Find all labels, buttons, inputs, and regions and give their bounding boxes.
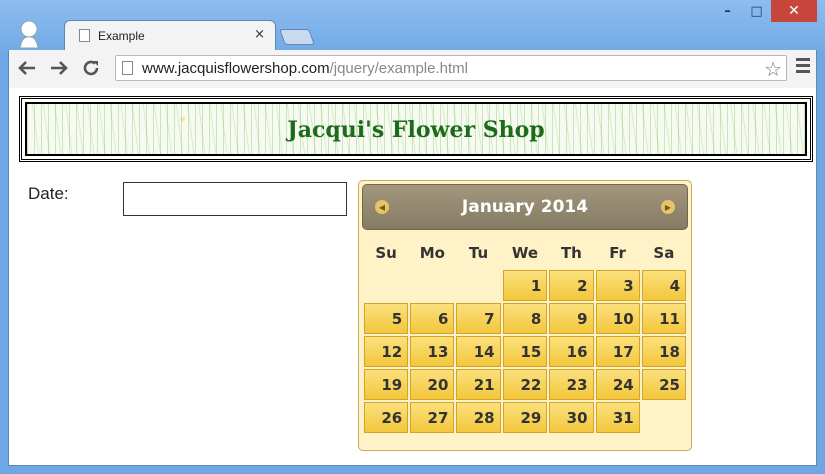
weekday-header: Mo xyxy=(419,244,445,262)
datepicker-header: ◀ January 2014 ▶ xyxy=(362,184,688,230)
weekday-header: Sa xyxy=(653,244,675,262)
menu-icon[interactable] xyxy=(796,58,810,76)
minimize-button[interactable]: – xyxy=(713,0,742,22)
shop-banner: Jacqui's Flower Shop xyxy=(19,96,813,162)
browser-toolbar: www.jacquisflowershop.com/jquery/example… xyxy=(8,50,817,88)
calendar-day[interactable]: 14 xyxy=(456,336,501,367)
calendar-day[interactable]: 9 xyxy=(549,303,594,334)
calendar-day[interactable]: 25 xyxy=(641,369,686,400)
calendar-empty-cell xyxy=(410,270,454,301)
calendar-day[interactable]: 5 xyxy=(364,303,409,334)
back-arrow-icon[interactable] xyxy=(15,56,39,80)
calendar-day[interactable]: 13 xyxy=(410,336,455,367)
reload-icon[interactable] xyxy=(79,56,103,80)
page-icon xyxy=(79,29,90,42)
calendar-day[interactable]: 24 xyxy=(595,369,640,400)
bookmark-star-icon[interactable]: ☆ xyxy=(764,57,782,81)
calendar-day[interactable]: 19 xyxy=(364,369,409,400)
calendar-day[interactable]: 22 xyxy=(502,369,548,400)
calendar-day[interactable]: 17 xyxy=(595,336,640,367)
calendar-day[interactable]: 15 xyxy=(502,336,548,367)
calendar-day[interactable]: 23 xyxy=(549,369,594,400)
page-content: Jacqui's Flower Shop Date: ◀ January 201… xyxy=(8,88,817,466)
weekday-header: Fr xyxy=(609,244,626,262)
shop-title: Jacqui's Flower Shop xyxy=(287,117,545,143)
calendar-empty-cell xyxy=(642,402,686,433)
calendar-empty-cell xyxy=(456,270,500,301)
calendar-week-row: 5 6 7 8 9 10 11 xyxy=(364,303,686,334)
datepicker-popup: ◀ January 2014 ▶ Su Mo Tu We Th Fr Sa 1 … xyxy=(358,180,692,451)
weekday-header: Tu xyxy=(468,244,489,262)
month-title: January 2014 xyxy=(461,197,589,217)
calendar-day[interactable]: 28 xyxy=(456,402,501,433)
calendar-day[interactable]: 4 xyxy=(641,270,686,301)
weekday-header: We xyxy=(511,244,539,262)
browser-tab[interactable]: Example × xyxy=(64,20,276,50)
calendar-week-row: 12 13 14 15 16 17 18 xyxy=(364,336,686,367)
calendar-week-row: 19 20 21 22 23 24 25 xyxy=(364,369,686,400)
calendar-day[interactable]: 16 xyxy=(549,336,594,367)
weekday-header: Su xyxy=(375,244,397,262)
calendar-day[interactable]: 26 xyxy=(364,402,409,433)
calendar-week-row: 26 27 28 29 30 31 xyxy=(364,402,686,433)
window-controls: – □ ✕ xyxy=(713,0,817,22)
maximize-button[interactable]: □ xyxy=(742,0,771,22)
address-bar[interactable]: www.jacquisflowershop.com/jquery/example… xyxy=(115,55,787,81)
browser-window: – □ ✕ Example × www.jacquisflowershop.co… xyxy=(0,0,825,474)
profile-avatar-icon[interactable] xyxy=(14,18,44,49)
calendar-day[interactable]: 29 xyxy=(502,402,548,433)
calendar-day[interactable]: 8 xyxy=(502,303,548,334)
calendar-day[interactable]: 30 xyxy=(549,402,594,433)
calendar-day[interactable]: 18 xyxy=(641,336,686,367)
calendar-day[interactable]: 10 xyxy=(595,303,640,334)
forward-arrow-icon[interactable] xyxy=(47,56,71,80)
calendar-day[interactable]: 6 xyxy=(410,303,455,334)
calendar-day[interactable]: 27 xyxy=(410,402,455,433)
calendar-grid: Su Mo Tu We Th Fr Sa 1 2 3 4 5 6 7 8 9 10 11 12 13 14… xyxy=(362,236,688,435)
calendar-day[interactable]: 2 xyxy=(549,270,594,301)
calendar-empty-cell xyxy=(364,270,408,301)
next-month-icon[interactable]: ▶ xyxy=(661,200,675,214)
date-input[interactable] xyxy=(123,182,347,216)
calendar-day[interactable]: 12 xyxy=(364,336,409,367)
tab-title: Example xyxy=(98,28,145,43)
calendar-day[interactable]: 31 xyxy=(595,402,640,433)
prev-month-icon[interactable]: ◀ xyxy=(375,200,389,214)
calendar-day[interactable]: 11 xyxy=(641,303,686,334)
weekday-header: Th xyxy=(560,244,582,262)
calendar-week-row: 1234 xyxy=(364,270,686,301)
tab-close-icon[interactable]: × xyxy=(254,27,265,42)
close-window-button[interactable]: ✕ xyxy=(771,0,817,22)
new-tab-button[interactable] xyxy=(279,29,315,45)
page-icon xyxy=(122,61,133,75)
calendar-day[interactable]: 7 xyxy=(456,303,501,334)
url-text: www.jacquisflowershop.com/jquery/example… xyxy=(142,59,468,77)
date-label: Date: xyxy=(28,184,69,203)
calendar-day[interactable]: 21 xyxy=(456,369,501,400)
calendar-day[interactable]: 1 xyxy=(502,270,548,301)
calendar-day[interactable]: 3 xyxy=(595,270,640,301)
calendar-day[interactable]: 20 xyxy=(410,369,455,400)
